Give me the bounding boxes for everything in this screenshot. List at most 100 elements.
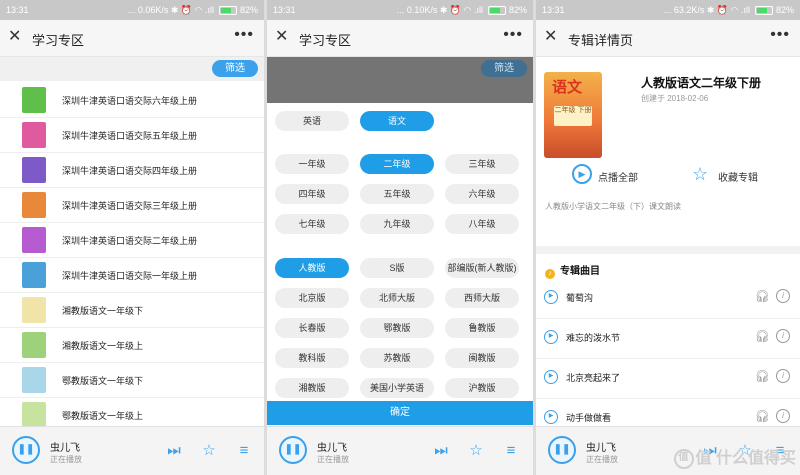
next-track-icon[interactable]: ⏭ [431, 441, 451, 461]
battery-level: 82% [508, 5, 527, 15]
edition-option[interactable]: 人教版 [275, 258, 349, 278]
album-thumbnail [22, 122, 46, 148]
album-list-item[interactable]: 深圳牛津英语口语交际三年级上册 [0, 188, 264, 223]
info-icon[interactable]: i [776, 329, 790, 343]
pause-button[interactable]: ❚❚ [548, 436, 576, 464]
album-cover: 语文 二年级 下册 [544, 72, 602, 158]
status-time: 13:31 [273, 5, 296, 15]
subject-option[interactable]: 英语 [275, 111, 349, 131]
album-title: 深圳牛津英语口语交际五年级上册 [62, 131, 198, 141]
edition-option[interactable]: 闽教版 [445, 348, 519, 368]
more-menu-icon[interactable]: ••• [770, 26, 790, 44]
info-icon[interactable]: i [776, 409, 790, 423]
edition-option[interactable]: 美国小学英语 [360, 378, 434, 398]
track-row[interactable]: ▶ 北京亮起来了 🎧︎ i [536, 358, 800, 399]
album-title: 深圳牛津英语口语交际四年级上册 [62, 166, 198, 176]
dim-overlay[interactable]: 筛选 [267, 57, 533, 103]
status-icons: ... 63.2K/s ✱ ⏰ ◠ .ıll 82% [663, 5, 794, 16]
edition-option[interactable]: 鄂教版 [360, 318, 434, 338]
edition-option[interactable]: 苏教版 [360, 348, 434, 368]
grade-option[interactable]: 七年级 [275, 214, 349, 234]
album-title: 深圳牛津英语口语交际三年级上册 [62, 201, 198, 211]
track-title: 动手做做看 [566, 413, 612, 423]
title-bar: ✕ 学习专区 ••• [267, 20, 533, 57]
track-play-icon[interactable]: ▶ [544, 370, 558, 384]
grade-option[interactable]: 四年级 [275, 184, 349, 204]
cover-grade: 二年级 下册 [554, 106, 592, 126]
grade-option[interactable]: 一年级 [275, 154, 349, 174]
favorite-album-label: 收藏专辑 [718, 173, 758, 184]
grade-option[interactable]: 九年级 [360, 214, 434, 234]
playlist-icon[interactable]: ≡ [234, 441, 254, 461]
info-icon[interactable]: i [776, 369, 790, 383]
album-list-item[interactable]: 深圳牛津英语口语交际二年级上册 [0, 223, 264, 258]
pause-button[interactable]: ❚❚ [12, 436, 40, 464]
favorite-list-icon[interactable]: ☆ [466, 441, 486, 461]
status-time: 13:31 [6, 5, 29, 15]
album-thumbnail [22, 332, 46, 358]
close-icon[interactable]: ✕ [544, 28, 557, 46]
album-list-item[interactable]: 湘教版语文一年级上 [0, 328, 264, 363]
album-description: 人教版小学语文二年级（下）课文朗读 [545, 202, 681, 211]
page-title: 学习专区 [32, 33, 85, 48]
edition-option[interactable]: 鲁教版 [445, 318, 519, 338]
grade-option[interactable]: 八年级 [445, 214, 519, 234]
grade-option[interactable]: 三年级 [445, 154, 519, 174]
now-playing-title: 虫儿飞 [317, 443, 347, 454]
track-play-icon[interactable]: ▶ [544, 330, 558, 344]
album-title: 深圳牛津英语口语交际二年级上册 [62, 236, 198, 246]
grade-option[interactable]: 六年级 [445, 184, 519, 204]
play-all-label: 点播全部 [598, 173, 638, 184]
more-menu-icon[interactable]: ••• [503, 26, 523, 44]
edition-option[interactable]: S版 [360, 258, 434, 278]
now-playing-title: 虫儿飞 [50, 443, 80, 454]
battery-level: 82% [775, 5, 794, 15]
battery-icon [488, 6, 507, 16]
track-row[interactable]: ▶ 葡萄沟 🎧︎ i [536, 278, 800, 319]
album-created-date: 创建于 2018-02-06 [641, 94, 709, 103]
album-list-item[interactable]: 湘教版语文一年级下 [0, 293, 264, 328]
track-play-icon[interactable]: ▶ [544, 290, 558, 304]
watermark: 值值 什么值得买 [673, 444, 796, 469]
edition-option[interactable]: 北京版 [275, 288, 349, 308]
mini-player[interactable]: ❚❚ 虫儿飞 正在播放 ⏭ ☆ ≡ [267, 426, 533, 475]
album-thumbnail [22, 402, 46, 428]
grade-option[interactable]: 二年级 [360, 154, 434, 174]
info-icon[interactable]: i [776, 289, 790, 303]
album-list-item[interactable]: 鄂教版语文一年级下 [0, 363, 264, 398]
mini-player[interactable]: ❚❚ 虫儿飞 正在播放 ⏭ ☆ ≡ [0, 426, 264, 475]
track-row[interactable]: ▶ 难忘的泼水节 🎧︎ i [536, 318, 800, 359]
edition-option[interactable]: 长春版 [275, 318, 349, 338]
battery-icon [219, 6, 238, 16]
star-icon: ☆ [692, 164, 709, 184]
edition-option[interactable]: 北师大版 [360, 288, 434, 308]
album-thumbnail [22, 87, 46, 113]
close-icon[interactable]: ✕ [8, 28, 21, 46]
album-list-item[interactable]: 深圳牛津英语口语交际五年级上册 [0, 118, 264, 153]
playlist-icon[interactable]: ≡ [501, 441, 521, 461]
cover-title: 语文 [552, 78, 583, 96]
edition-option[interactable]: 湘教版 [275, 378, 349, 398]
filter-button[interactable]: 筛选 [212, 60, 258, 77]
album-title: 湘教版语文一年级上 [62, 341, 144, 351]
edition-option[interactable]: 部编版(新人教版) [445, 258, 519, 278]
confirm-button[interactable]: 确定 [267, 401, 533, 425]
album-thumbnail [22, 297, 46, 323]
subject-option[interactable]: 语文 [360, 111, 434, 131]
grade-option[interactable]: 五年级 [360, 184, 434, 204]
close-icon[interactable]: ✕ [275, 28, 288, 46]
track-title: 葡萄沟 [566, 293, 594, 303]
pause-button[interactable]: ❚❚ [279, 436, 307, 464]
favorite-list-icon[interactable]: ☆ [199, 441, 219, 461]
more-menu-icon[interactable]: ••• [234, 26, 254, 44]
album-list-item[interactable]: 深圳牛津英语口语交际一年级上册 [0, 258, 264, 293]
next-track-icon[interactable]: ⏭ [164, 441, 184, 461]
edition-option[interactable]: 沪教版 [445, 378, 519, 398]
album-list-item[interactable]: 深圳牛津英语口语交际六年级上册 [0, 83, 264, 118]
album-list-item[interactable]: 深圳牛津英语口语交际四年级上册 [0, 153, 264, 188]
edition-option[interactable]: 西师大版 [445, 288, 519, 308]
watermark-logo-icon: 值 [673, 449, 694, 469]
track-play-icon[interactable]: ▶ [544, 410, 558, 424]
edition-option[interactable]: 教科版 [275, 348, 349, 368]
album-title: 人教版语文二年级下册 [641, 76, 762, 90]
